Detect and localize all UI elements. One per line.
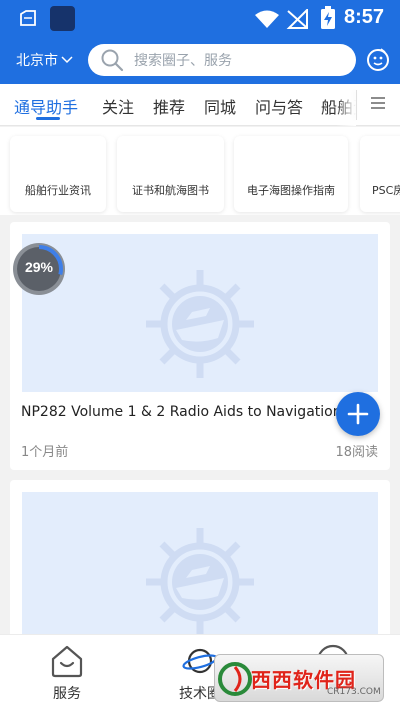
- chevron-down-icon: [61, 56, 73, 64]
- watermark-domain: CR173.COM: [327, 687, 381, 697]
- search-input[interactable]: 搜索圈子、服务: [88, 44, 356, 76]
- card-thumbnail: [22, 492, 378, 640]
- quick-link-ecdis-guide[interactable]: 电子海图操作指南: [234, 136, 348, 212]
- battery-charging-icon: [321, 6, 335, 29]
- planet-icon: [182, 648, 218, 674]
- tab-fade: [336, 84, 356, 126]
- tab-track: 通导助手 关注 推荐 同城 问与答 船舶资: [0, 84, 356, 126]
- active-tab-indicator: [36, 117, 60, 120]
- ship-wheel-placeholder-icon: [146, 528, 254, 636]
- tab-local[interactable]: 同城: [204, 94, 236, 118]
- tab-divider: [356, 90, 357, 120]
- city-selector[interactable]: 北京市: [16, 50, 73, 70]
- card-time: 1个月前: [21, 445, 69, 460]
- site-watermark: 西西软件园 CR173.COM: [214, 654, 384, 702]
- tab-navigation-assistant[interactable]: 通导助手: [14, 94, 78, 118]
- plus-icon: [347, 403, 369, 425]
- menu-icon[interactable]: [370, 96, 386, 110]
- quick-link-certificates-books[interactable]: 证书和航海图书: [117, 136, 224, 212]
- tab-recommend[interactable]: 推荐: [153, 94, 185, 118]
- quick-link-psc[interactable]: PSC房: [360, 136, 400, 212]
- clock-time: 8:57: [344, 6, 385, 28]
- category-tabs: 通导助手 关注 推荐 同城 问与答 船舶资: [0, 84, 400, 126]
- progress-indicator: 29%: [12, 242, 66, 296]
- hexagon-notify-icon: [20, 10, 36, 26]
- tab-follow[interactable]: 关注: [102, 94, 134, 118]
- feed-card[interactable]: NP282 Volume 1 & 2 Radio Aids to Navigat…: [10, 222, 390, 470]
- search-placeholder: 搜索圈子、服务: [134, 53, 232, 69]
- card-read-count: 18阅读: [335, 445, 378, 460]
- add-post-button[interactable]: [336, 392, 380, 436]
- status-bar: 8:57: [0, 0, 400, 36]
- chat-face-icon[interactable]: [366, 48, 390, 72]
- city-label: 北京市: [16, 53, 58, 69]
- card-thumbnail: [22, 234, 378, 392]
- home-icon: [51, 645, 83, 678]
- feed-card[interactable]: [10, 480, 390, 640]
- card-title: NP282 Volume 1 & 2 Radio Aids to Navigat…: [21, 404, 359, 420]
- progress-label: 29%: [24, 259, 54, 275]
- wifi-icon: [255, 10, 279, 28]
- app-square-icon: [50, 6, 75, 31]
- ship-wheel-placeholder-icon: [146, 270, 254, 378]
- quick-link-industry-news[interactable]: 船舶行业资讯: [10, 136, 106, 212]
- no-signal-icon: [286, 9, 308, 29]
- nav-services[interactable]: 服务: [17, 635, 117, 710]
- search-icon: [101, 49, 124, 72]
- quick-links: 船舶行业资讯 证书和航海图书 电子海图操作指南 PSC房: [0, 127, 400, 215]
- nav-label: 服务: [53, 686, 81, 702]
- tab-qa[interactable]: 问与答: [255, 94, 303, 118]
